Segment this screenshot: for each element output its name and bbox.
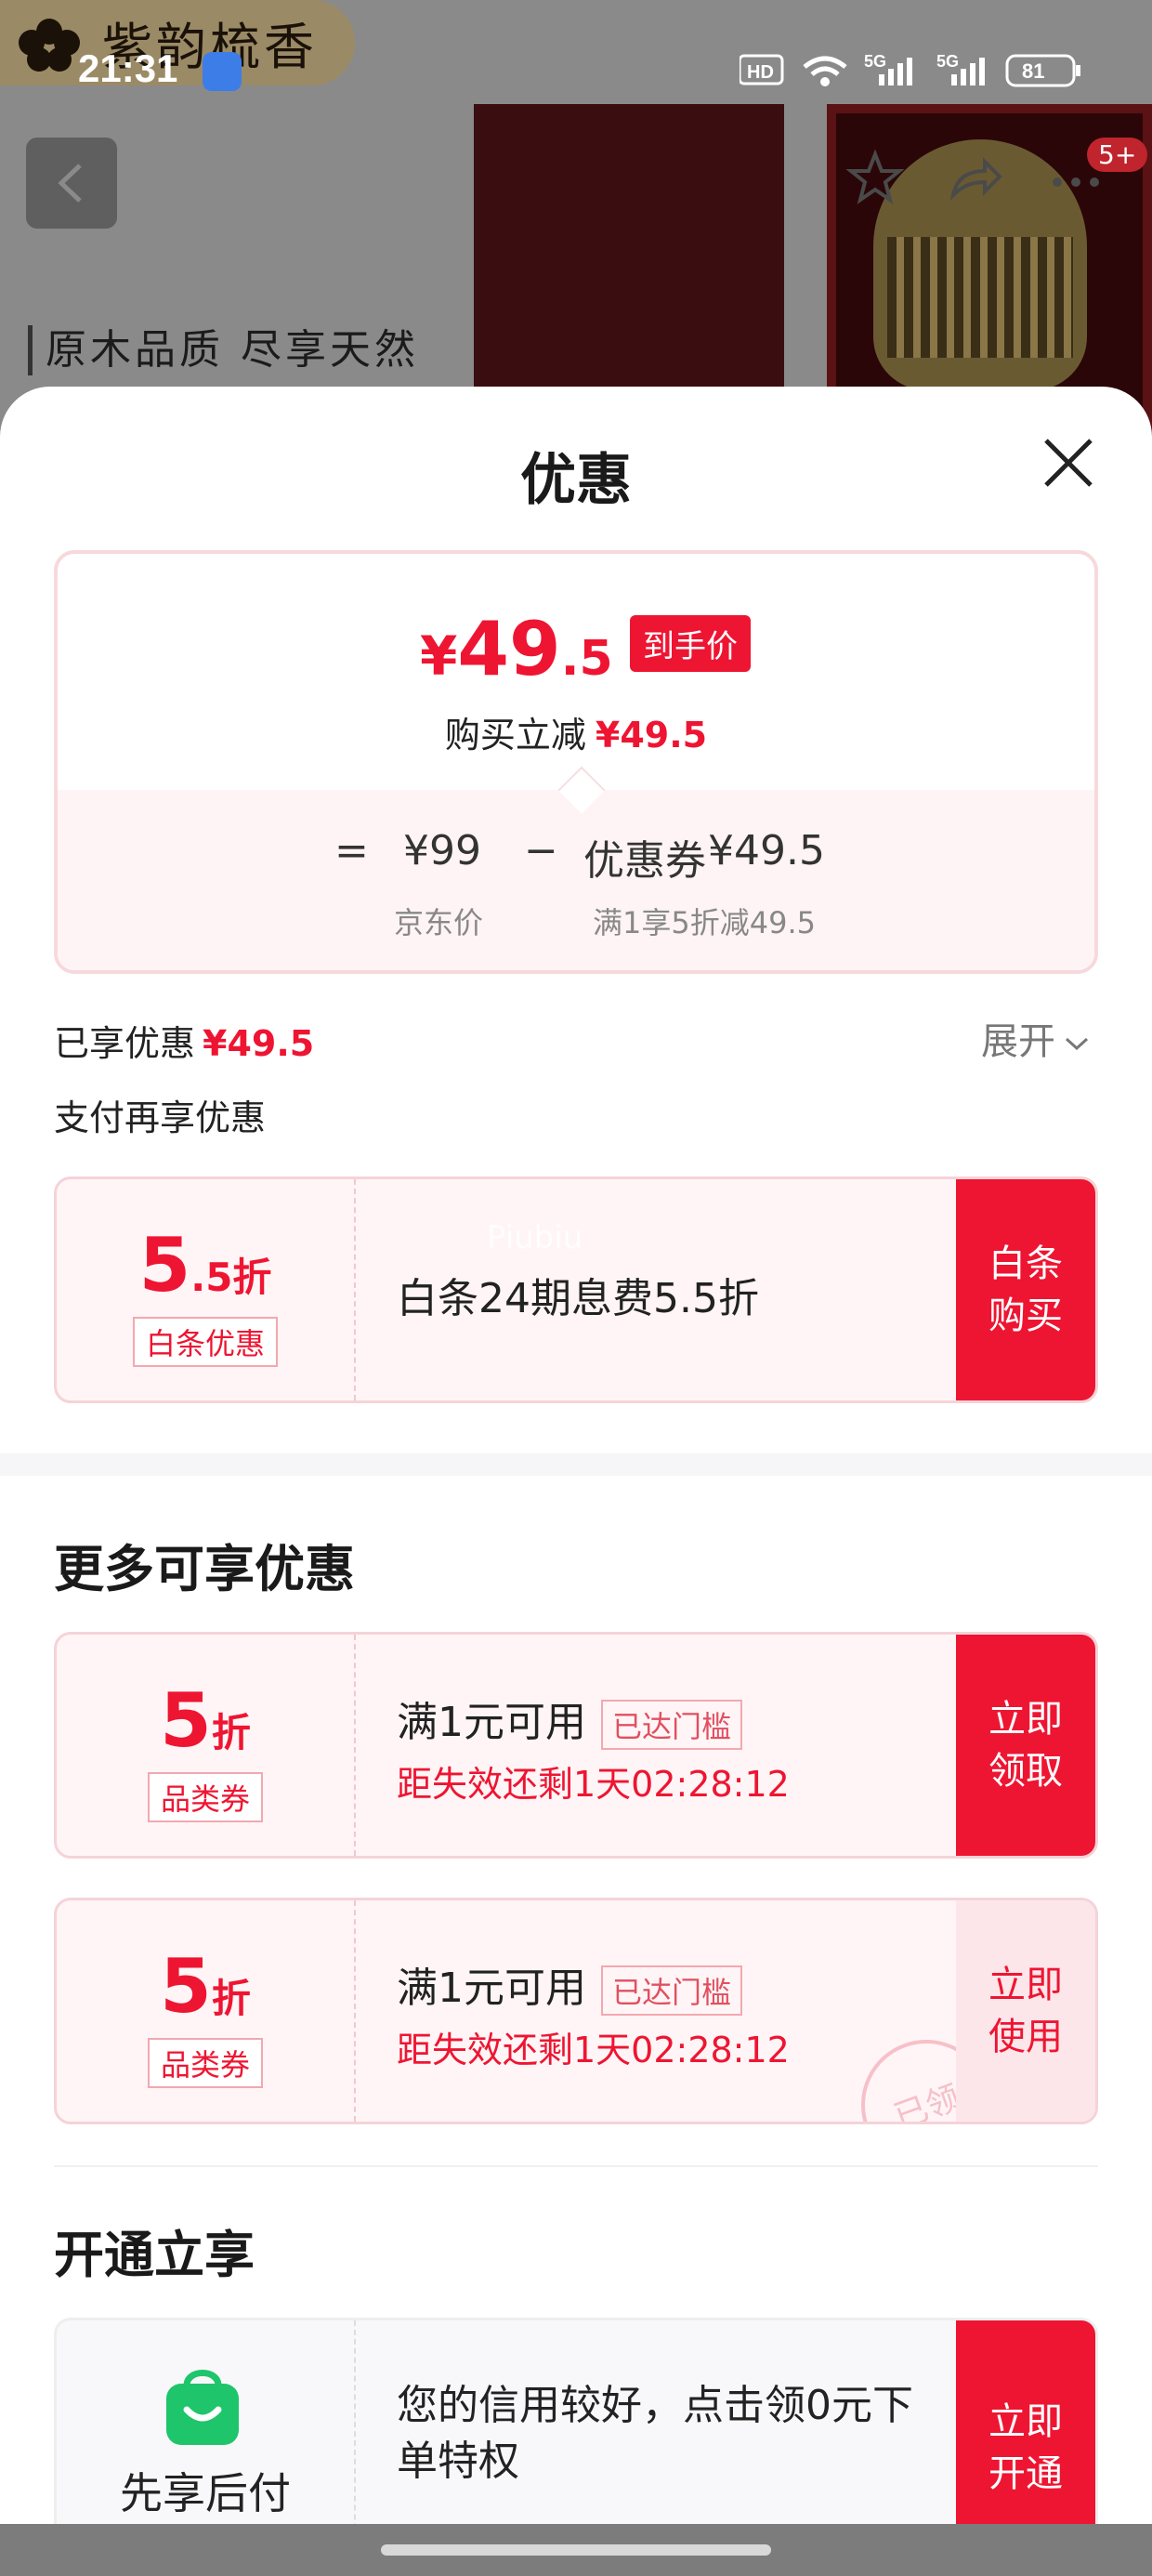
chevron-down-icon	[1065, 1037, 1089, 1051]
status-time: 21:31	[78, 46, 178, 90]
discount-big: 5	[138, 1222, 191, 1308]
section-separator	[0, 1453, 1152, 1476]
reduction-label: 购买立减	[444, 715, 586, 756]
action-label: 立即领取	[988, 1698, 1063, 1793]
baitiao-buy-button[interactable]: 白条购买	[956, 1179, 1095, 1400]
shopping-bag-icon	[166, 2370, 239, 2445]
watermark: Piubiu	[487, 1219, 583, 1256]
instant-reduction: 购买立减 ¥49.5	[58, 706, 1094, 757]
price-breakdown-card: ¥49.5 到手价 购买立减 ¥49.5 = ¥99 − 优惠券 ¥49.5 京东…	[54, 550, 1098, 974]
category-coupon-card: 5折 品类券 满1元可用 已达门槛 距失效还剩1天02:28:12 已领 立即使用	[54, 1898, 1098, 2124]
category-coupon-card: 5折 品类券 满1元可用 已达门槛 距失效还剩1天02:28:12 立即领取	[54, 1632, 1098, 1859]
threshold-met-badge: 已达门槛	[601, 1700, 743, 1750]
threshold-met-badge: 已达门槛	[601, 1965, 743, 2016]
currency-symbol: ¥	[420, 624, 458, 688]
product-comb-teeth	[887, 237, 1073, 358]
base-price: ¥99	[403, 827, 481, 874]
coupon-condition: 满1元可用 已达门槛	[397, 1689, 743, 1750]
coupon-divider	[354, 1900, 356, 2122]
pay-discount-title: 支付再享优惠	[54, 1097, 267, 1138]
open-benefits-title: 开通立享	[54, 2226, 255, 2284]
claim-coupon-button[interactable]: 立即领取	[956, 1635, 1095, 1856]
coupon-amount: ¥49.5	[708, 827, 825, 874]
reduction-amount: ¥49.5	[595, 715, 708, 756]
coupon-left: 5折 品类券	[57, 1900, 354, 2122]
enjoyed-label: 已享优惠	[54, 1023, 196, 1064]
equals-sign: =	[334, 827, 369, 874]
gesture-bar	[0, 2524, 1152, 2576]
discount-big: 5	[160, 1677, 212, 1764]
battery-level: 81	[1022, 59, 1044, 83]
section-divider	[54, 2165, 1098, 2167]
svg-text:HD: HD	[747, 62, 774, 83]
sheet-title: 优惠	[520, 448, 632, 513]
coupon-label: 优惠券	[583, 837, 706, 885]
more-discounts-title: 更多可享优惠	[54, 1540, 355, 1598]
product-tagline: 原木品质 尽享天然	[28, 325, 419, 375]
coupon-divider	[354, 1635, 356, 1856]
coupon-condition: 满1元可用 已达门槛	[397, 1954, 743, 2016]
baitiao-coupon-card: 5.5折 白条优惠 白条24期息费5.5折 白条购买	[54, 1176, 1098, 1403]
discount-small: 折	[211, 1710, 251, 1755]
coupon-description: 白条24期息费5.5折	[397, 1275, 759, 1322]
use-coupon-button[interactable]: 立即使用	[956, 1900, 1095, 2122]
base-price-caption: 京东价	[394, 905, 484, 940]
minus-sign: −	[524, 827, 558, 874]
coupon-countdown: 距失效还剩1天02:28:12	[397, 2030, 790, 2070]
network-label: 5G	[864, 52, 886, 71]
final-price-section: ¥49.5 到手价 购买立减 ¥49.5	[58, 554, 1094, 790]
coupon-divider	[354, 1179, 356, 1400]
enjoyed-discount: 已享优惠 ¥49.5	[54, 1015, 314, 1066]
status-bar: 21:31 HD 5G 5G 81	[0, 0, 1152, 139]
coupon-threshold: 满1元可用	[397, 1699, 586, 1746]
coupon-countdown: 距失效还剩1天02:28:12	[397, 1764, 790, 1805]
discount-small: 折	[211, 1976, 251, 2021]
coupon-type-chip: 品类券	[147, 1772, 264, 1822]
message-count-badge: 5+	[1087, 138, 1148, 172]
discount-value: 5.5折	[57, 1222, 354, 1308]
price-formula-section: = ¥99 − 优惠券 ¥49.5 京东价 满1享5折减49.5	[58, 790, 1094, 970]
final-price: ¥49.5	[420, 606, 613, 692]
chevron-left-icon	[58, 164, 82, 203]
service-description: 您的信用较好，点击领0元下单特权	[397, 2382, 913, 2485]
coupon-left: 5折 品类券	[57, 1635, 354, 1856]
discount-value: 5折	[57, 1943, 354, 2030]
app-notification-icon	[203, 52, 242, 91]
action-label: 立即开通	[988, 2400, 1063, 2495]
discount-value: 5折	[57, 1677, 354, 1764]
discount-small: .5折	[190, 1255, 272, 1300]
enjoyed-amount: ¥49.5	[203, 1023, 315, 1064]
expand-button[interactable]: 展开	[981, 1011, 1089, 1065]
status-icons: HD 5G 5G 81	[740, 52, 1080, 87]
back-button[interactable]	[26, 138, 117, 229]
discount-sheet: 优惠 ¥49.5 到手价 购买立减 ¥49.5 = ¥99 − 优惠券 ¥49.5…	[0, 387, 1152, 2576]
close-icon[interactable]	[1039, 433, 1098, 493]
coupon-caption: 满1享5折减49.5	[593, 905, 816, 940]
price-integer: 49	[457, 606, 561, 692]
coupon-threshold: 满1元可用	[397, 1965, 586, 2012]
action-label: 立即使用	[988, 1964, 1063, 2058]
price-decimal: .5	[560, 631, 613, 687]
expand-label: 展开	[981, 1020, 1055, 1063]
star-favorite-icon[interactable]	[845, 149, 905, 208]
share-icon[interactable]	[944, 149, 1003, 208]
coupon-type-chip: 品类券	[147, 2038, 264, 2088]
action-label: 白条购买	[988, 1242, 1063, 1337]
network-label-2: 5G	[936, 52, 959, 71]
service-name: 先享后付	[120, 2468, 291, 2518]
coupon-type-chip: 白条优惠	[132, 1317, 279, 1367]
final-price-tag: 到手价	[630, 615, 751, 672]
home-indicator[interactable]	[381, 2544, 771, 2556]
discount-big: 5	[160, 1943, 212, 2030]
coupon-left: 5.5折 白条优惠	[57, 1179, 354, 1400]
